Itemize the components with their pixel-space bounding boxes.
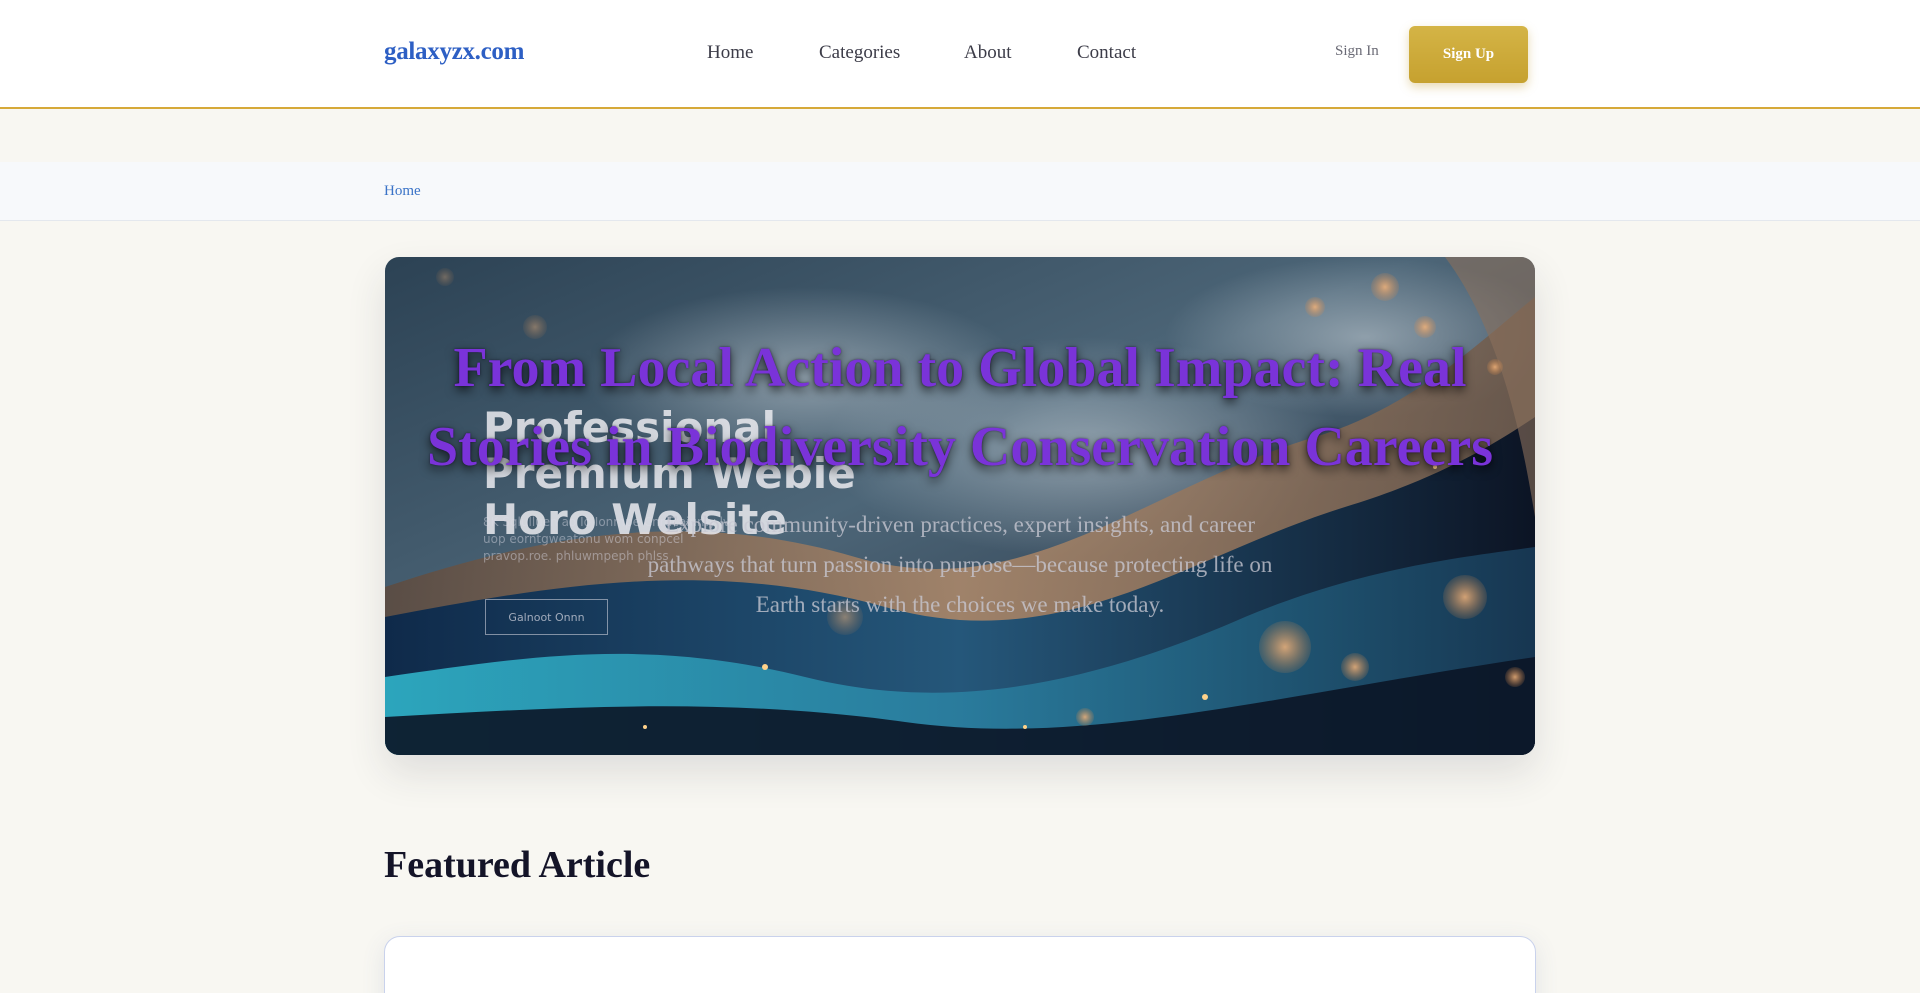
site-logo[interactable]: galaxyzx.com bbox=[384, 38, 524, 66]
hero-banner: Professional Premium Webie Horo Welsite … bbox=[385, 257, 1535, 755]
hero-title: From Local Action to Global Impact: Real… bbox=[427, 337, 1493, 478]
featured-article-card[interactable] bbox=[384, 936, 1536, 993]
breadcrumb: Home bbox=[0, 162, 1920, 221]
sign-in-link[interactable]: Sign In bbox=[1335, 43, 1379, 60]
nav-contact[interactable]: Contact bbox=[1077, 42, 1136, 64]
featured-article-heading: Featured Article bbox=[384, 844, 651, 886]
site-header: galaxyzx.com Home Categories About Conta… bbox=[0, 0, 1920, 109]
sign-up-button[interactable]: Sign Up bbox=[1409, 26, 1528, 83]
hero-image-button: Galnoot Onnn bbox=[485, 599, 608, 635]
nav-about[interactable]: About bbox=[964, 42, 1012, 64]
hero-subtitle: Explore community-driven practices, expe… bbox=[647, 512, 1273, 617]
nav-home[interactable]: Home bbox=[707, 42, 753, 64]
breadcrumb-home-link[interactable]: Home bbox=[384, 183, 421, 200]
nav-categories[interactable]: Categories bbox=[819, 42, 900, 64]
